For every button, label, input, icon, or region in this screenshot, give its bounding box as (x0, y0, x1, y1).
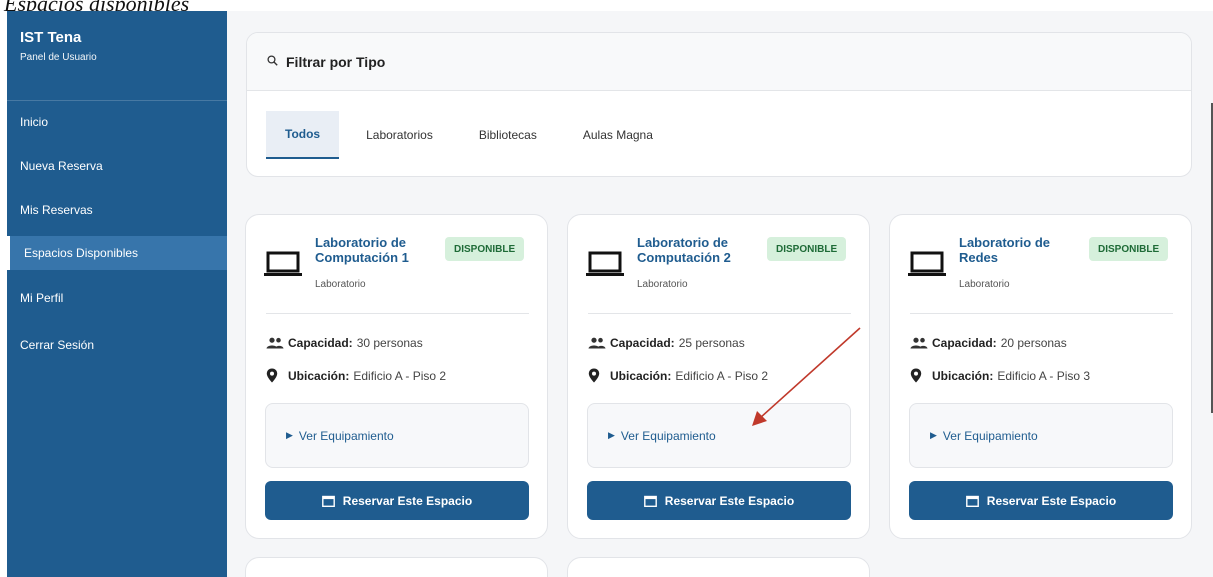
tab-todos[interactable]: Todos (266, 111, 340, 159)
location-label: Ubicación: (288, 368, 350, 383)
filter-panel: Filtrar por Tipo Todos Laboratorios Bibl… (246, 32, 1192, 177)
app-root: Espacios disponibles IST Tena Panel de U… (0, 0, 1213, 577)
location-pin-icon (910, 368, 928, 383)
laptop-icon (264, 251, 302, 277)
calendar-icon (643, 495, 657, 507)
people-icon (266, 337, 284, 349)
view-equipment-label: Ver Equipamiento (620, 428, 716, 443)
main-content: Filtrar por Tipo Todos Laboratorios Bibl… (227, 11, 1213, 577)
sidebar-item-label: Mi Perfil (20, 291, 64, 305)
sidebar-item-label: Mis Reservas (20, 203, 93, 217)
space-card: Laboratorio de Computación 1 DISPONIBLE … (245, 214, 548, 539)
status-badge: DISPONIBLE (767, 237, 847, 261)
location-value: Edificio A - Piso 2 (353, 368, 447, 383)
calendar-icon (965, 495, 979, 507)
card-divider (588, 313, 851, 314)
laptop-icon (908, 251, 946, 277)
capacity-value: 25 personas (678, 336, 745, 350)
filter-title: Filtrar por Tipo (286, 53, 386, 70)
reserve-space-label: Reservar Este Espacio (986, 493, 1117, 508)
capacity-row: Capacidad: 30 personas (266, 336, 423, 350)
sidebar-item-nueva-reserva[interactable]: Nueva Reserva (7, 149, 227, 183)
location-label: Ubicación: (610, 368, 672, 383)
capacity-label: Capacidad: (288, 336, 353, 350)
card-divider (910, 313, 1173, 314)
capacity-label: Capacidad: (610, 336, 675, 350)
reserve-space-button[interactable]: Reservar Este Espacio (265, 481, 529, 520)
space-card: Laboratorio de Redes DISPONIBLE Laborato… (889, 214, 1192, 539)
sidebar-item-label: Espacios Disponibles (24, 246, 139, 260)
capacity-value: 30 personas (356, 336, 423, 350)
calendar-icon (321, 495, 335, 507)
status-badge: DISPONIBLE (1089, 237, 1169, 261)
location-row: Ubicación: Edificio A - Piso 3 (910, 368, 1090, 383)
filter-tabs: Todos Laboratorios Bibliotecas Aulas Mag… (266, 111, 680, 159)
triangle-right-icon: ▶ (608, 430, 615, 440)
location-row: Ubicación: Edificio A - Piso 2 (266, 368, 446, 383)
tab-bibliotecas[interactable]: Bibliotecas (460, 111, 556, 159)
space-title: Laboratorio de Redes (959, 235, 1051, 265)
sidebar-item-label: Cerrar Sesión (20, 338, 95, 352)
sidebar-brand: IST Tena Panel de Usuario (7, 11, 227, 101)
people-icon (910, 337, 928, 349)
space-title: Laboratorio de Computación 1 (315, 235, 409, 265)
sidebar-item-inicio[interactable]: Inicio (7, 105, 227, 139)
location-pin-icon (266, 368, 284, 383)
status-badge: DISPONIBLE (445, 237, 525, 261)
location-row: Ubicación: Edificio A - Piso 2 (588, 368, 768, 383)
view-equipment-label: Ver Equipamiento (942, 428, 1038, 443)
view-equipment-label: Ver Equipamiento (298, 428, 394, 443)
location-pin-icon (588, 368, 606, 383)
location-value: Edificio A - Piso 2 (675, 368, 769, 383)
view-equipment-toggle[interactable]: ▶ Ver Equipamiento (909, 403, 1173, 468)
reserve-space-button[interactable]: Reservar Este Espacio (909, 481, 1173, 520)
search-icon (267, 54, 278, 69)
sidebar-item-label: Nueva Reserva (20, 159, 103, 173)
capacity-value: 20 personas (1000, 336, 1067, 350)
view-equipment-toggle[interactable]: ▶ Ver Equipamiento (587, 403, 851, 468)
space-card: Laboratorio de Computación 2 DISPONIBLE … (567, 214, 870, 539)
space-type: Laboratorio (637, 279, 688, 290)
space-type: Laboratorio (315, 279, 366, 290)
sidebar: IST Tena Panel de Usuario Inicio Nueva R… (7, 11, 227, 577)
capacity-row: Capacidad: 20 personas (910, 336, 1067, 350)
card-divider (266, 313, 529, 314)
reserve-space-label: Reservar Este Espacio (342, 493, 473, 508)
capacity-label: Capacidad: (932, 336, 997, 350)
sidebar-item-mis-reservas[interactable]: Mis Reservas (7, 193, 227, 227)
tab-aulas-magna[interactable]: Aulas Magna (564, 111, 672, 159)
reserve-space-label: Reservar Este Espacio (664, 493, 795, 508)
reserve-space-button[interactable]: Reservar Este Espacio (587, 481, 851, 520)
sidebar-item-label: Inicio (20, 115, 49, 129)
location-value: Edificio A - Piso 3 (997, 368, 1091, 383)
filter-header: Filtrar por Tipo (247, 33, 1191, 91)
brand-title: IST Tena (20, 29, 82, 46)
space-card-partial (567, 557, 870, 577)
view-equipment-toggle[interactable]: ▶ Ver Equipamiento (265, 403, 529, 468)
people-icon (588, 337, 606, 349)
sidebar-item-cerrar-sesion[interactable]: Cerrar Sesión (7, 328, 227, 362)
triangle-right-icon: ▶ (286, 430, 293, 440)
space-title: Laboratorio de Computación 2 (637, 235, 731, 265)
sidebar-item-espacios-disponibles[interactable]: Espacios Disponibles (7, 236, 227, 270)
tab-laboratorios[interactable]: Laboratorios (347, 111, 452, 159)
location-label: Ubicación: (932, 368, 994, 383)
laptop-icon (586, 251, 624, 277)
sidebar-item-mi-perfil[interactable]: Mi Perfil (7, 281, 227, 315)
space-card-partial (245, 557, 548, 577)
triangle-right-icon: ▶ (930, 430, 937, 440)
brand-subtitle: Panel de Usuario (20, 52, 97, 63)
space-type: Laboratorio (959, 279, 1010, 290)
capacity-row: Capacidad: 25 personas (588, 336, 745, 350)
